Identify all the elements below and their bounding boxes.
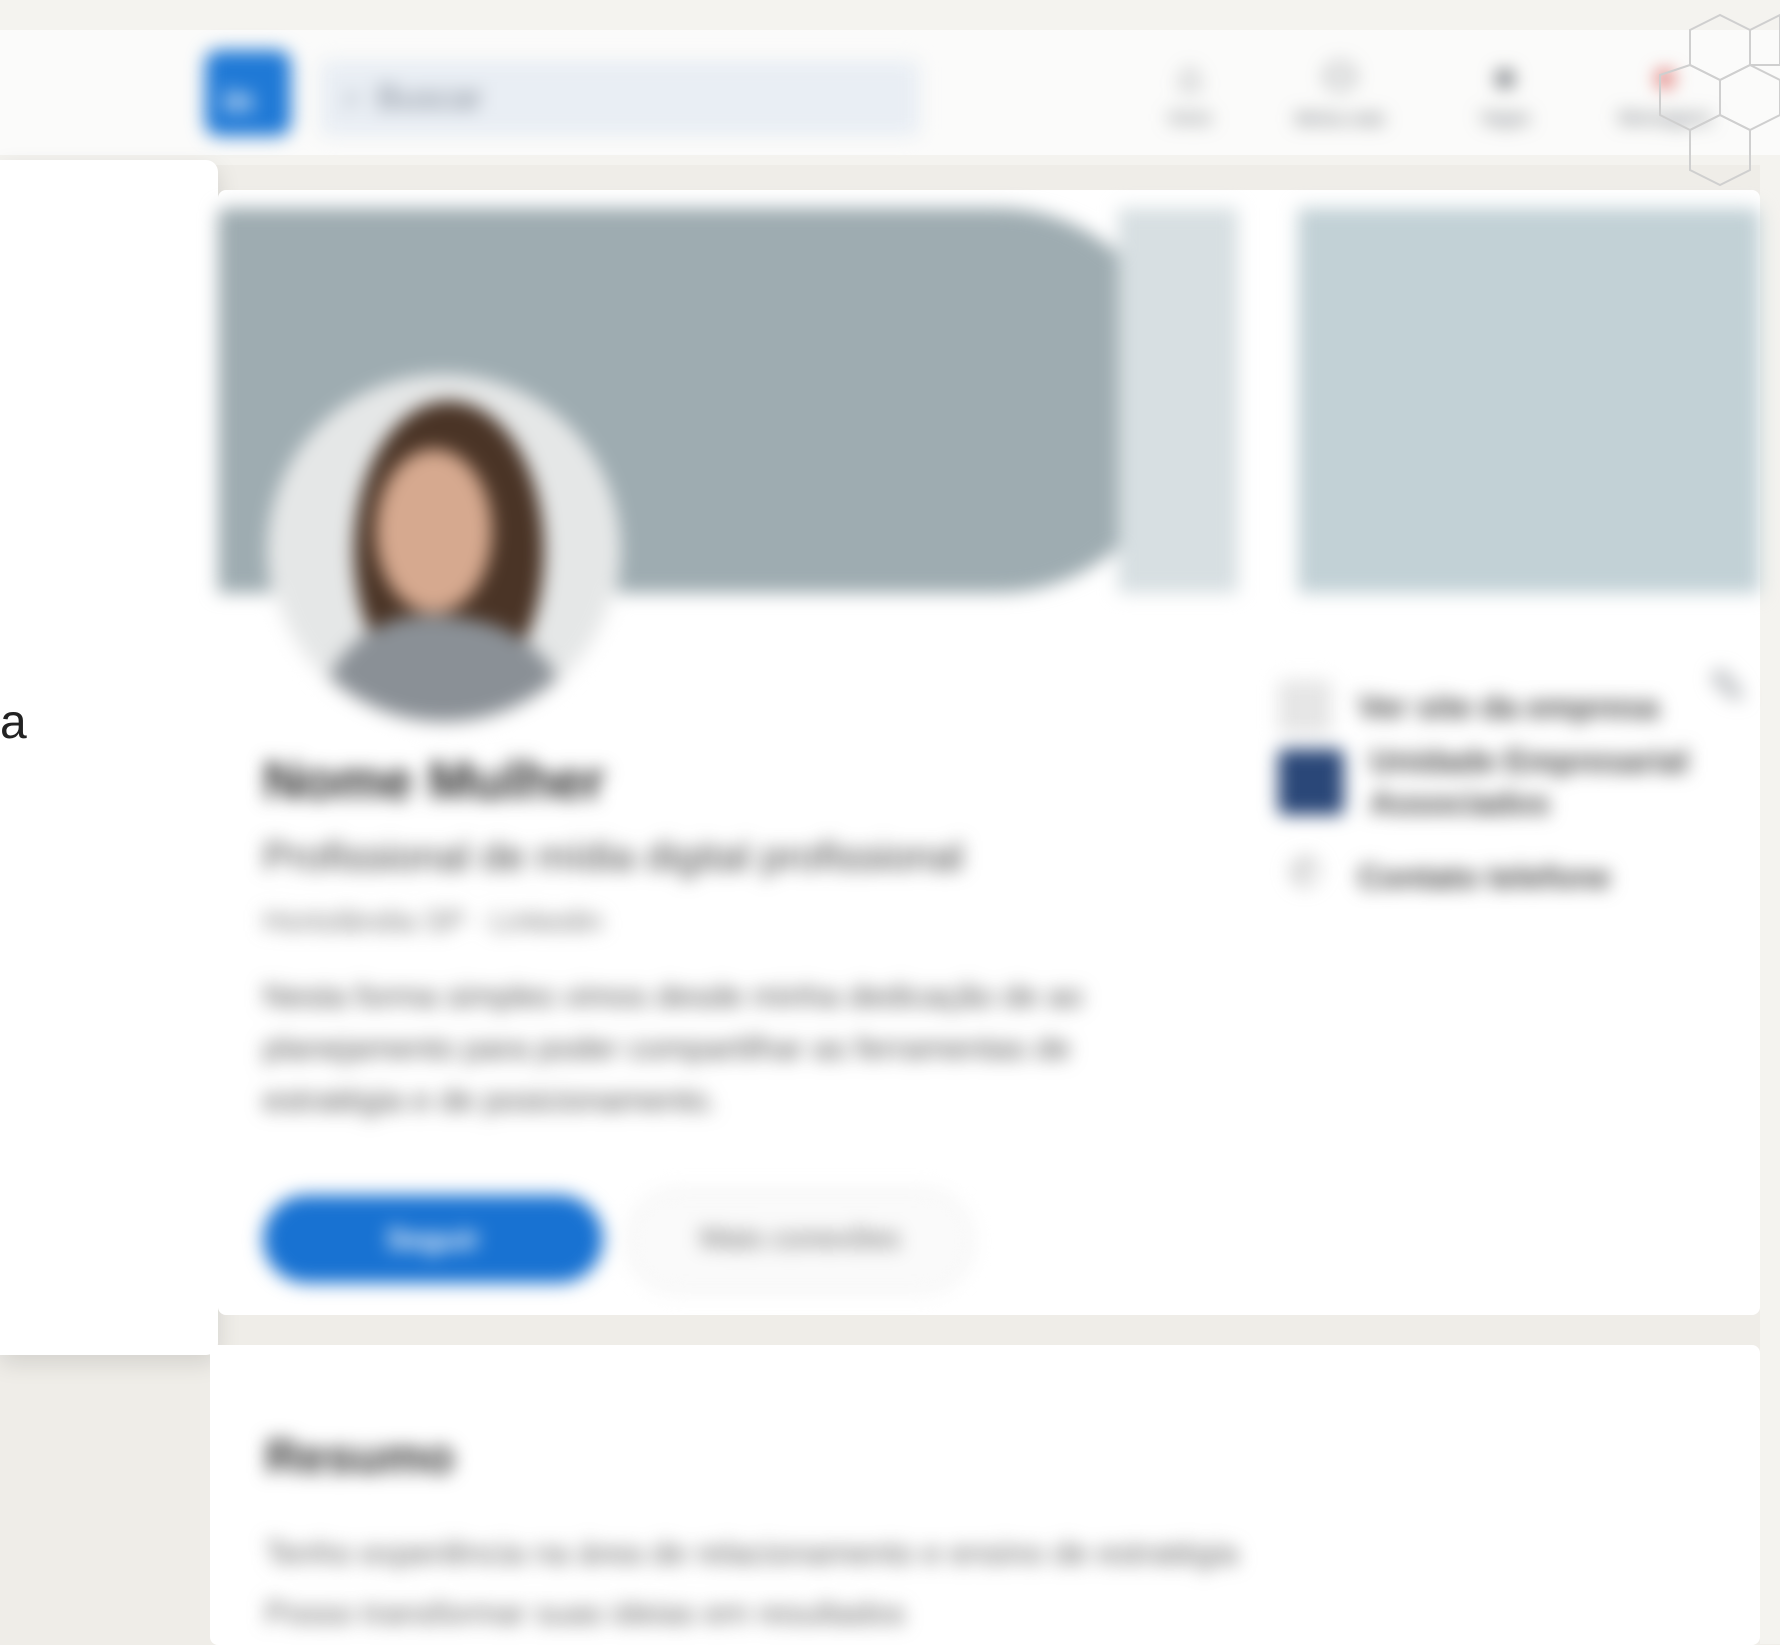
- search-icon: ⌕: [344, 81, 361, 114]
- side-link-text: Contato telefone: [1358, 859, 1611, 895]
- nav-item-home[interactable]: ⌂ Início: [1115, 55, 1265, 145]
- side-link-phone[interactable]: ✆ Contato telefone: [1278, 850, 1610, 904]
- side-link-text: Ver site da empresa: [1358, 689, 1659, 725]
- profile-name: Nome Mulher: [263, 751, 606, 811]
- summary-line: Tenho experiência na área de relacioname…: [265, 1535, 1239, 1571]
- nav-item-label: Início: [1168, 108, 1212, 128]
- phone-icon: ✆: [1288, 851, 1322, 895]
- follow-button[interactable]: Seguir: [263, 1195, 603, 1283]
- side-link-website[interactable]: Ver site da empresa: [1278, 680, 1659, 734]
- nav-item-label: Vagas: [1480, 108, 1530, 128]
- nav-item-network[interactable]: ⚇ Minha rede: [1265, 55, 1415, 145]
- company-logo-icon: [1278, 749, 1344, 815]
- more-connections-button[interactable]: Mais conexões: [628, 1190, 972, 1292]
- home-icon: ⌂: [1177, 55, 1203, 99]
- profile-location: Hortolândia SP · Linkedin: [263, 905, 603, 938]
- search-placeholder: Buscar: [376, 78, 483, 117]
- logo-text: in: [223, 82, 254, 120]
- nav-item-jobs[interactable]: ● Vagas: [1430, 55, 1580, 145]
- profile-card: ✎ Nome Mulher Profissional de mídia digi…: [218, 190, 1760, 1315]
- summary-line: Posso transformar suas ideias em resulta…: [265, 1595, 906, 1631]
- avatar[interactable]: [268, 375, 620, 727]
- summary-title: Resumo: [265, 1431, 455, 1484]
- side-link-company[interactable]: Unidade Empresarial Associados: [1278, 740, 1708, 824]
- search-input[interactable]: ⌕ Buscar: [320, 60, 920, 136]
- top-navigation-bar: in ⌕ Buscar ⌂ Início ⚇ Minha rede ● Vaga…: [0, 0, 1780, 165]
- nav-item-label: Minha rede: [1294, 109, 1386, 129]
- left-side-panel: a: [0, 160, 218, 1355]
- jobs-icon: ●: [1492, 55, 1518, 99]
- network-icon: ⚇: [1322, 56, 1358, 100]
- hexagon-pattern-decoration: [1659, 13, 1780, 187]
- partial-text: a: [0, 696, 27, 749]
- right-edge-background: [1760, 160, 1780, 1644]
- edit-pencil-icon[interactable]: ✎: [1708, 660, 1748, 716]
- avatar-portrait-icon: [274, 381, 614, 721]
- link-icon: [1278, 680, 1332, 734]
- app-logo[interactable]: in: [205, 50, 291, 136]
- summary-card: Resumo Tenho experiência na área de rela…: [210, 1345, 1760, 1645]
- side-link-text: Unidade Empresarial Associados: [1370, 743, 1689, 821]
- profile-about: Nesta forma simples vimos desde minha de…: [263, 978, 1083, 1118]
- profile-headline: Profissional de mídia digital profission…: [263, 835, 964, 879]
